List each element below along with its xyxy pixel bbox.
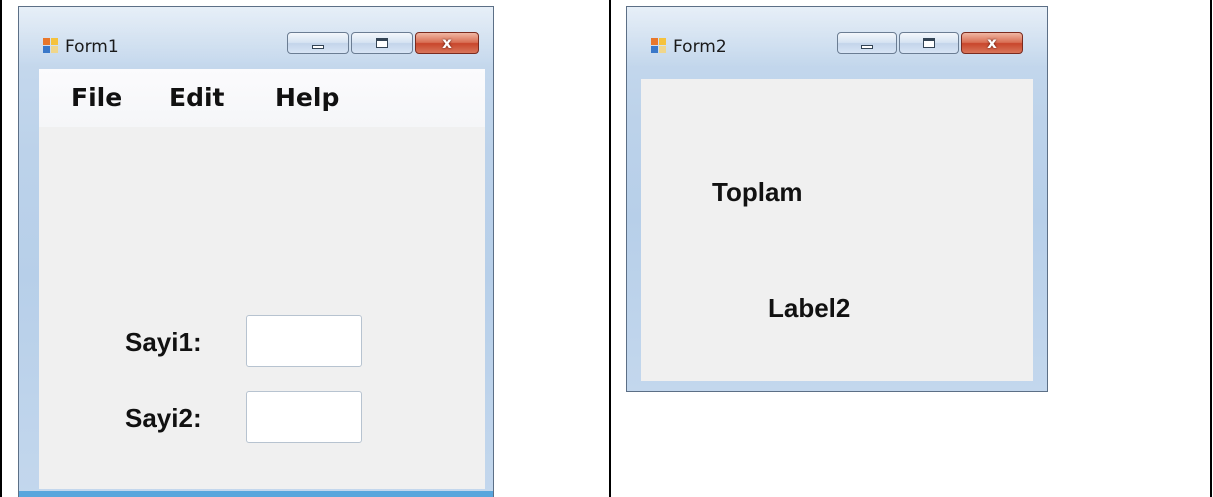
maximize-icon	[923, 38, 935, 48]
sayi1-input[interactable]	[246, 315, 362, 367]
close-icon: x	[987, 34, 997, 52]
maximize-icon	[376, 38, 388, 48]
menu-strip: File Edit Help	[39, 69, 485, 127]
form2-client-area: Toplam Label2	[641, 79, 1033, 381]
menu-file[interactable]: File	[71, 83, 122, 112]
close-icon: x	[442, 34, 452, 52]
maximize-button[interactable]	[899, 32, 959, 54]
form1-client-area: File Edit Help Sayi1: Sayi2:	[39, 69, 485, 489]
menu-help[interactable]: Help	[275, 83, 339, 112]
sayi2-label: Sayi2:	[125, 403, 202, 433]
maximize-button[interactable]	[351, 32, 413, 54]
form1-bottom-edge	[19, 491, 493, 497]
table-border-middle	[609, 0, 611, 497]
form2-title: Form2	[673, 37, 727, 57]
minimize-icon	[861, 45, 873, 49]
result-label: Label2	[768, 293, 851, 323]
form-app-icon	[651, 38, 667, 54]
minimize-button[interactable]	[287, 32, 349, 54]
table-border-right	[1210, 0, 1212, 497]
close-button[interactable]: x	[415, 32, 479, 54]
form1-title-bar[interactable]: Form1 x	[19, 7, 493, 71]
table-border-left	[0, 0, 2, 497]
menu-edit[interactable]: Edit	[169, 83, 225, 112]
form1-title: Form1	[65, 37, 119, 57]
sayi2-input[interactable]	[246, 391, 362, 443]
minimize-icon	[312, 45, 324, 49]
toplam-label: Toplam	[712, 177, 803, 207]
sayi1-label: Sayi1:	[125, 327, 202, 357]
form2-title-bar[interactable]: Form2 x	[627, 7, 1047, 71]
form-app-icon	[43, 38, 59, 54]
form2-window: Form2 x Toplam Label2	[626, 6, 1048, 392]
minimize-button[interactable]	[837, 32, 897, 54]
form1-window: Form1 x File Edit Help Sayi1: Sayi2:	[18, 6, 494, 497]
close-button[interactable]: x	[961, 32, 1023, 54]
